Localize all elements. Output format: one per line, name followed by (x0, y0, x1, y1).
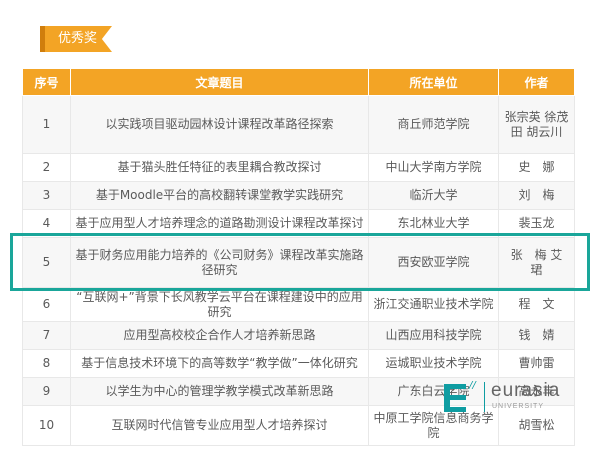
table-row: 3 基于Moodle平台的高校翻转课堂教学实践研究 临沂大学 刘 梅 (22, 181, 575, 210)
cell-title: “互联网+”背景下长风教学云平台在课程建设中的应用研究 (70, 287, 369, 322)
cell-title: 以实践项目驱动园林设计课程改革路径探索 (70, 95, 369, 154)
cell-author: 裴玉龙 (498, 209, 575, 238)
cell-no: 3 (22, 181, 71, 210)
logo-wordmark: eurasia (491, 380, 561, 401)
header-no: 序号 (22, 68, 71, 96)
header-unit: 所在单位 (368, 68, 499, 96)
cell-unit: 中山大学南方学院 (368, 153, 499, 182)
logo-stroke-icon: // (469, 380, 476, 391)
table-header-row: 序号 文章题目 所在单位 作者 (22, 68, 575, 96)
cell-title: 基于信息技术环境下的高等数学“教学做”一体化研究 (70, 349, 369, 378)
cell-unit: 浙江交通职业技术学院 (368, 287, 499, 322)
cell-unit: 商丘师范学院 (368, 95, 499, 154)
cell-no: 2 (22, 153, 71, 182)
cell-no: 1 (22, 95, 71, 154)
table-row: 6 “互联网+”背景下长风教学云平台在课程建设中的应用研究 浙江交通职业技术学院… (22, 287, 575, 322)
cell-no: 10 (22, 405, 71, 446)
cell-title: 以学生为中心的管理学教学模式改革新思路 (70, 377, 369, 406)
table-row: 7 应用型高校校企合作人才培养新思路 山西应用科技学院 钱 婧 (22, 321, 575, 350)
cell-unit: 东北林业大学 (368, 209, 499, 238)
cell-title: 基于猫头胜任特征的表里耦合教改探讨 (70, 153, 369, 182)
cell-no: 8 (22, 349, 71, 378)
section-title-tag: 优秀奖 (40, 26, 112, 52)
table-row: 2 基于猫头胜任特征的表里耦合教改探讨 中山大学南方学院 史 娜 (22, 153, 575, 182)
section-title: 优秀奖 (58, 31, 98, 46)
cell-author: 曹帅雷 (498, 349, 575, 378)
cell-title: 基于Moodle平台的高校翻转课堂教学实践研究 (70, 181, 369, 210)
cell-title: 基于财务应用能力培养的《公司财务》课程改革实施路径研究 (70, 237, 369, 288)
logo-e-icon (444, 384, 466, 412)
cell-author: 张宗英 徐茂田 胡云川 (498, 95, 575, 154)
table-row: 4 基于应用型人才培养理念的道路勘测设计课程改革探讨 东北林业大学 裴玉龙 (22, 209, 575, 238)
cell-unit: 临沂大学 (368, 181, 499, 210)
cell-author: 刘 梅 (498, 181, 575, 210)
cell-author: 程 文 (498, 287, 575, 322)
cell-title: 应用型高校校企合作人才培养新思路 (70, 321, 369, 350)
cell-unit: 山西应用科技学院 (368, 321, 499, 350)
table-row: 1 以实践项目驱动园林设计课程改革路径探索 商丘师范学院 张宗英 徐茂田 胡云川 (22, 95, 575, 154)
table-row: 5 基于财务应用能力培养的《公司财务》课程改革实施路径研究 西安欧亚学院 张 梅… (22, 237, 575, 288)
cell-no: 7 (22, 321, 71, 350)
cell-author: 史 娜 (498, 153, 575, 182)
header-title: 文章题目 (70, 68, 369, 96)
header-author: 作者 (498, 68, 575, 96)
logo-subtext: UNIVERSITY (492, 403, 545, 410)
eurasia-logo: // eurasia UNIVERSITY (436, 380, 586, 416)
cell-no: 4 (22, 209, 71, 238)
cell-unit: 运城职业技术学院 (368, 349, 499, 378)
cell-title: 互联网时代信管专业应用型人才培养探讨 (70, 405, 369, 446)
cell-author: 钱 婧 (498, 321, 575, 350)
cell-unit: 西安欧亚学院 (368, 237, 499, 288)
cell-no: 6 (22, 287, 71, 322)
cell-no: 5 (22, 237, 71, 288)
cell-title: 基于应用型人才培养理念的道路勘测设计课程改革探讨 (70, 209, 369, 238)
table-row: 8 基于信息技术环境下的高等数学“教学做”一体化研究 运城职业技术学院 曹帅雷 (22, 349, 575, 378)
cell-no: 9 (22, 377, 71, 406)
cell-author: 张 梅 艾 珺 (498, 237, 575, 288)
